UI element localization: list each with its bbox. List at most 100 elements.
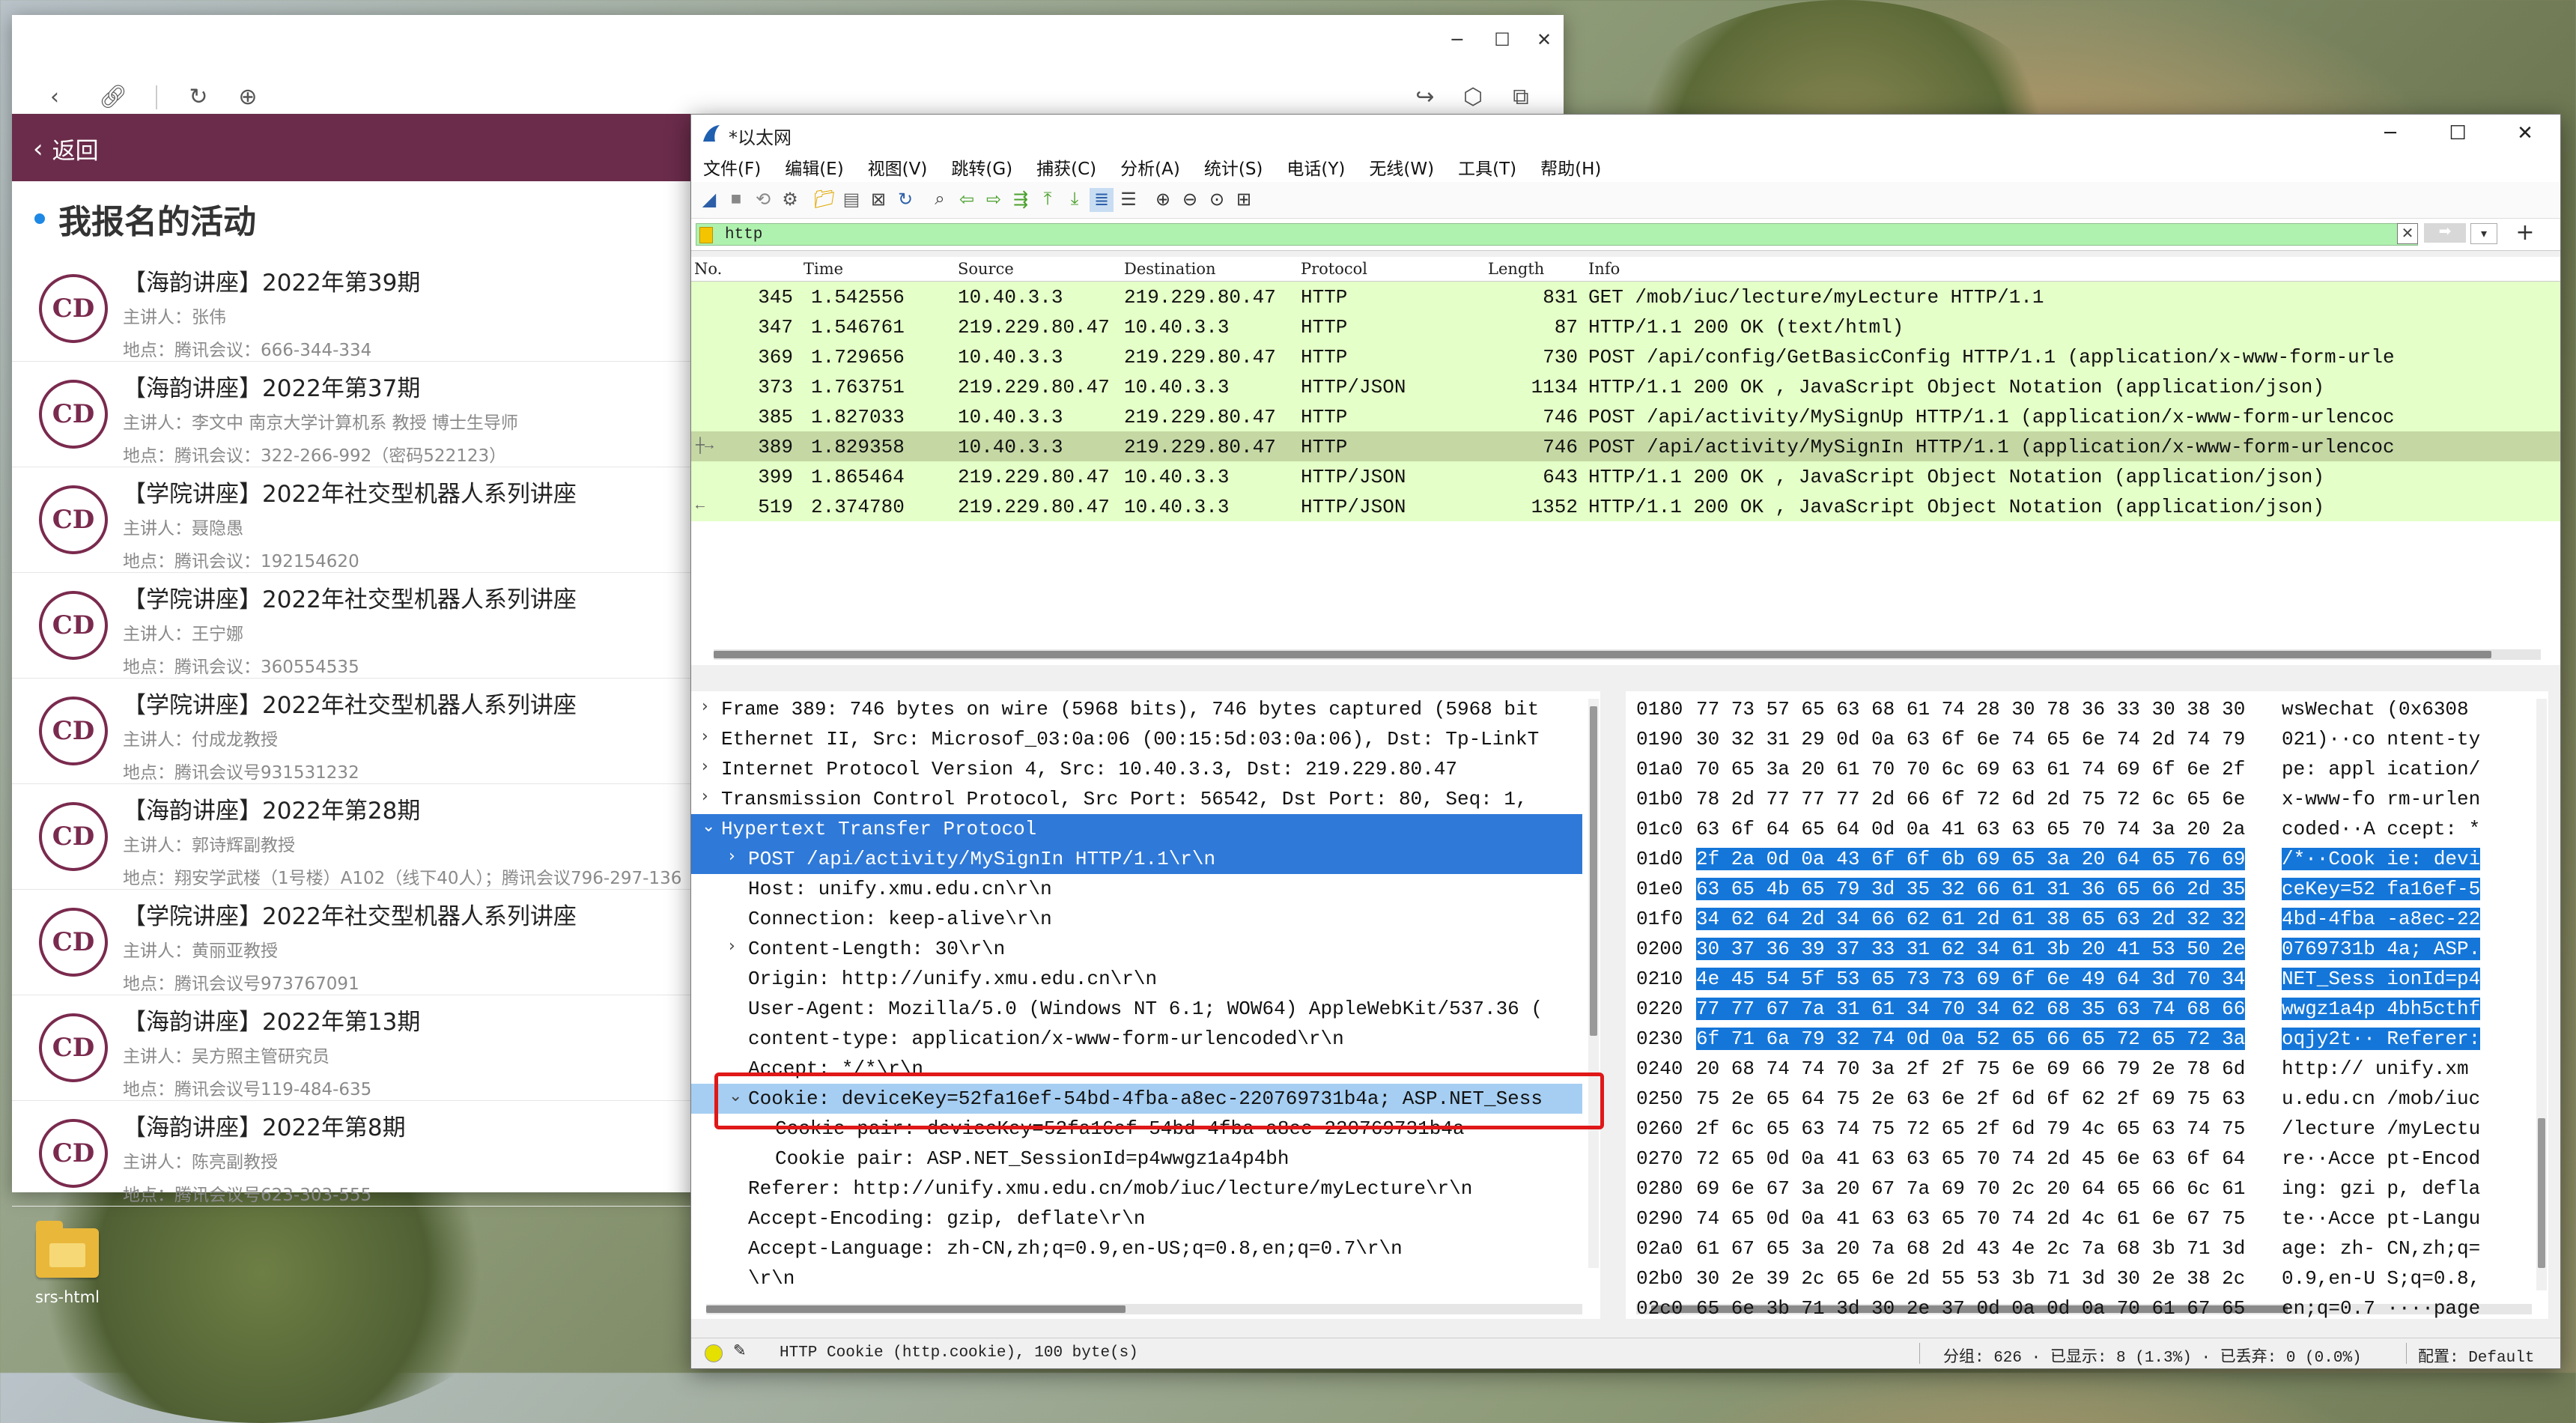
chevron-right-icon[interactable]: › (729, 847, 735, 866)
menu-item[interactable]: 编辑(E) (785, 154, 843, 180)
hex-ascii[interactable]: 021)··co ntent-ty (2282, 728, 2480, 750)
detail-row[interactable]: › Internet Protocol Version 4, Src: 10.40… (691, 754, 1582, 784)
detail-row[interactable]: \r\n (691, 1263, 1582, 1293)
hex-row[interactable]: 0200 30 37 36 39 37 33 31 62 34 61 3b 20 … (1626, 934, 2532, 964)
last-packet-icon[interactable]: ⤓ (1063, 188, 1087, 212)
menu-item[interactable]: 跳转(G) (951, 154, 1012, 180)
filter-history-dropdown-icon[interactable]: ▾ (2470, 223, 2497, 244)
column-header[interactable]: No. (694, 260, 722, 278)
detail-row[interactable]: Connection: keep-alive\r\n (691, 904, 1582, 934)
menu-item[interactable]: 工具(T) (1458, 154, 1516, 180)
menu-item[interactable]: 分析(A) (1120, 154, 1180, 180)
close-button[interactable]: ✕ (2491, 115, 2559, 152)
hex-row[interactable]: 01e0 63 65 4b 65 79 3d 35 32 66 61 31 36 … (1626, 874, 2532, 904)
hex-ascii[interactable]: wsWechat (0x6308 (2282, 698, 2469, 720)
find-packet-icon[interactable]: ⌕ (928, 188, 952, 212)
detail-row[interactable]: Cookie pair: ASP.NET_SessionId=p4wwgz1a4… (691, 1144, 1582, 1174)
globe-icon[interactable]: ⊕ (231, 79, 265, 114)
column-header[interactable]: Info (1588, 260, 1620, 278)
hex-ascii[interactable]: te··Acce pt-Langu (2282, 1207, 2480, 1230)
close-button[interactable]: ✕ (1522, 21, 1567, 58)
hex-bytes[interactable]: 6f 71 6a 79 32 74 0d 0a 52 65 66 65 72 6… (1696, 1028, 2246, 1050)
zoom-out-icon[interactable]: ⊖ (1178, 188, 1202, 212)
chevron-right-icon[interactable]: › (702, 727, 708, 746)
hex-row[interactable]: 0280 69 6e 67 3a 20 67 7a 69 70 2c 20 64 … (1626, 1174, 2532, 1204)
detail-row[interactable]: Accept-Language: zh-CN,zh;q=0.9,en-US;q=… (691, 1234, 1582, 1263)
hex-ascii[interactable]: ing: gzi p, defla (2282, 1177, 2480, 1200)
hex-row[interactable]: 01a0 70 65 3a 20 61 70 70 6c 69 63 61 74 … (1626, 754, 2532, 784)
scrollbar-thumb[interactable] (2538, 1118, 2545, 1268)
capture-options-icon[interactable]: ⚙ (778, 188, 802, 212)
minimize-button[interactable]: ─ (1435, 21, 1480, 58)
hex-bytes[interactable]: 30 32 31 29 0d 0a 63 6f 6e 74 65 6e 74 2… (1696, 728, 2245, 750)
hex-ascii[interactable]: wwgz1a4p 4bh5cthf (2282, 998, 2481, 1020)
hex-bytes[interactable]: 78 2d 77 77 77 2d 66 6f 72 6d 2d 75 72 6… (1696, 788, 2245, 810)
packet-row[interactable]: ┼→ 389 1.829358 10.40.3.3 219.229.80.47 HTTP 7… (691, 431, 2560, 461)
start-capture-icon[interactable]: ◢ (697, 188, 721, 212)
maximize-button[interactable]: ☐ (2424, 115, 2491, 152)
chevron-right-icon[interactable]: › (702, 757, 708, 776)
hex-bytes[interactable]: 75 2e 65 64 75 2e 63 6e 2f 6d 6f 62 2f 6… (1696, 1087, 2245, 1110)
share-icon[interactable]: ↪ (1408, 79, 1442, 114)
hex-ascii[interactable]: pe: appl ication/ (2282, 758, 2480, 780)
details-vscrollbar[interactable] (1588, 699, 1599, 1268)
column-header[interactable]: Destination (1124, 260, 1216, 278)
resize-columns-icon[interactable]: ⊞ (1232, 188, 1256, 212)
detail-row[interactable]: › Transmission Control Protocol, Src Port… (691, 784, 1582, 814)
back-icon[interactable]: ‹ (37, 79, 72, 114)
detail-row[interactable]: › POST /api/activity/MySignIn HTTP/1.1\r\… (691, 844, 1582, 874)
back-button[interactable]: ‹ 返回 (33, 132, 99, 166)
hex-row[interactable]: 01f0 34 62 64 2d 34 66 62 61 2d 61 38 65 … (1626, 904, 2532, 934)
first-packet-icon[interactable]: ⤒ (1036, 188, 1060, 212)
open-file-icon[interactable]: 📁︎ (812, 188, 836, 212)
hex-ascii[interactable]: re··Acce pt-Encod (2282, 1147, 2480, 1170)
hex-row[interactable]: 0290 74 65 0d 0a 41 63 63 65 70 74 2d 4c … (1626, 1204, 2532, 1234)
hex-ascii[interactable]: NET_Sess ionId=p4 (2282, 968, 2481, 990)
window-icon[interactable]: ⧉ (1504, 79, 1538, 114)
link-icon[interactable]: 🔗︎ (96, 79, 130, 114)
clear-filter-icon[interactable]: ✕ (2397, 223, 2418, 244)
hex-bytes[interactable]: 4e 45 54 5f 53 65 73 73 69 6f 6e 49 64 3… (1696, 968, 2246, 990)
detail-row[interactable]: ⌄ Hypertext Transfer Protocol (691, 814, 1582, 844)
menu-item[interactable]: 无线(W) (1369, 154, 1434, 180)
go-back-icon[interactable]: ⇦ (955, 188, 979, 212)
hex-bytes[interactable]: 34 62 64 2d 34 66 62 61 2d 61 38 65 63 2… (1696, 908, 2246, 930)
edit-icon[interactable]: ✎ (733, 1341, 747, 1359)
hex-ascii[interactable]: oqjy2t·· Referer: (2282, 1028, 2481, 1050)
packet-row[interactable]: 369 1.729656 10.40.3.3 219.229.80.47 HTTP 730… (691, 342, 2560, 371)
normal-size-icon[interactable]: ⊙ (1205, 188, 1229, 212)
menu-item[interactable]: 统计(S) (1204, 154, 1263, 180)
hex-bytes[interactable]: 30 2e 39 2c 65 6e 2d 55 53 3b 71 3d 30 2… (1696, 1267, 2245, 1290)
bookmark-icon[interactable] (699, 227, 713, 243)
hex-bytes[interactable]: 70 65 3a 20 61 70 70 6c 69 63 61 74 69 6… (1696, 758, 2245, 780)
hex-row[interactable]: 01b0 78 2d 77 77 77 2d 66 6f 72 6d 2d 75 … (1626, 784, 2532, 814)
scrollbar-thumb[interactable] (706, 1305, 1126, 1313)
hex-row[interactable]: 0240 20 68 74 74 70 3a 2f 2f 75 6e 69 66 … (1626, 1054, 2532, 1084)
scrollbar-thumb[interactable] (1590, 706, 1597, 1036)
hex-row[interactable]: 0220 77 77 67 7a 31 61 34 70 34 62 68 35 … (1626, 994, 2532, 1024)
hex-row[interactable]: 0260 2f 6c 65 63 74 75 72 65 2f 6d 79 4c … (1626, 1114, 2532, 1144)
hex-row[interactable]: 0230 6f 71 6a 79 32 74 0d 0a 52 65 66 65 … (1626, 1024, 2532, 1054)
menu-item[interactable]: 帮助(H) (1540, 154, 1601, 180)
packet-row[interactable]: 399 1.865464 219.229.80.47 10.40.3.3 HTTP/JS… (691, 461, 2560, 491)
hex-bytes[interactable]: 77 77 67 7a 31 61 34 70 34 62 68 35 63 7… (1696, 998, 2246, 1020)
hex-ascii[interactable]: 0769731b 4a; ASP. (2282, 938, 2481, 960)
column-header[interactable]: Time (804, 260, 843, 278)
detail-row[interactable]: Accept-Encoding: gzip, deflate\r\n (691, 1204, 1582, 1234)
hex-row[interactable]: 0250 75 2e 65 64 75 2e 63 6e 2f 6d 6f 62 … (1626, 1084, 2532, 1114)
menu-item[interactable]: 视图(V) (868, 154, 928, 180)
hex-bytes[interactable]: 2f 2a 0d 0a 43 6f 6f 6b 69 65 3a 20 64 6… (1696, 848, 2246, 870)
display-filter-input[interactable]: http (696, 223, 2418, 246)
go-to-packet-icon[interactable]: ⇶ (1009, 188, 1033, 212)
detail-row[interactable]: Origin: http://unify.xmu.edu.cn\r\n (691, 964, 1582, 994)
hex-bytes[interactable]: 63 6f 64 65 64 0d 0a 41 63 63 65 70 74 3… (1696, 818, 2245, 840)
chevron-right-icon[interactable]: › (702, 787, 708, 806)
autoscroll-icon[interactable]: ≣ (1090, 188, 1114, 212)
stop-capture-icon[interactable]: ■ (724, 188, 748, 212)
hex-bytes[interactable]: 74 65 0d 0a 41 63 63 65 70 74 2d 4c 61 6… (1696, 1207, 2245, 1230)
detail-row[interactable]: Host: unify.xmu.edu.cn\r\n (691, 874, 1582, 904)
detail-row[interactable]: › Content-Length: 30\r\n (691, 934, 1582, 964)
expert-info-icon[interactable] (705, 1344, 723, 1362)
column-header[interactable]: Protocol (1301, 260, 1367, 278)
go-forward-icon[interactable]: ⇨ (982, 188, 1006, 212)
